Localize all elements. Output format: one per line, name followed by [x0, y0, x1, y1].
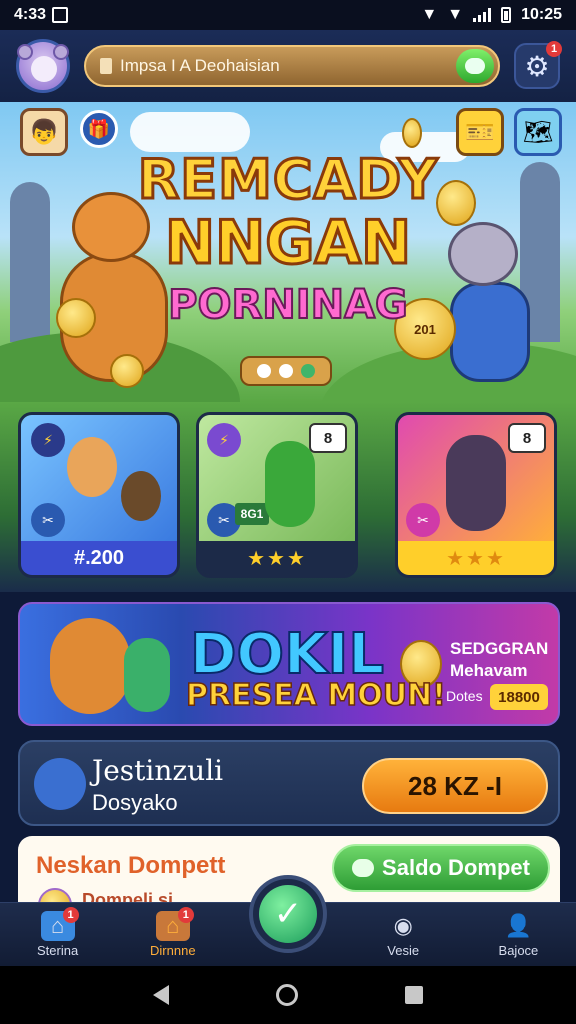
recents-icon[interactable]: [404, 986, 423, 1004]
wallet-balance-button[interactable]: Saldo Dompet: [332, 844, 550, 892]
game-card-1[interactable]: ⚡ ✂ #.200: [18, 412, 180, 578]
status-right: ▼ ▼ 10:25: [421, 6, 562, 24]
game-card-3[interactable]: 8 ✂ ★★★: [395, 412, 557, 578]
search-bar[interactable]: [84, 45, 500, 87]
status-time-left: 4:33: [14, 6, 47, 23]
settings-badge: 1: [546, 41, 562, 57]
card-tag: 8G1: [235, 503, 269, 525]
home-icon: ⌂ 1: [40, 907, 79, 941]
carousel-dot[interactable]: [257, 364, 271, 378]
wallet-title: Neskan Dompett: [36, 852, 226, 879]
game-card-2[interactable]: ⚡ 8 ✂ 8G1 ★★★: [196, 412, 358, 578]
hero-character: [446, 435, 506, 531]
card-art: ⚡ ✂: [21, 415, 177, 541]
play-fab-button[interactable]: ✓: [249, 875, 327, 953]
game-cards: ⚡ ✂ #.200 ⚡ 8 ✂ 8G1 ★★★ 8 ✂ ★★★: [0, 402, 576, 592]
house-icon: ⌂ 1: [155, 907, 194, 941]
banner-bear: [50, 618, 130, 714]
nav-label: Vesie: [387, 943, 420, 958]
back-icon[interactable]: [153, 985, 170, 1005]
pup-character: [121, 471, 161, 521]
avatar-face: [31, 56, 57, 82]
hero-title-line2: NNGAN: [163, 207, 412, 280]
avatar-ear-left: [17, 44, 33, 60]
chat-icon: [465, 58, 485, 74]
wallet-button-label: Saldo Dompet: [382, 855, 530, 880]
nav-label: Sterina: [37, 943, 79, 958]
nav-badge: 1: [62, 907, 79, 923]
daily-subtitle: Dosyako: [92, 790, 178, 815]
gift-icon[interactable]: 🎁: [80, 110, 118, 148]
card-footer: #.200: [21, 541, 177, 575]
level-badge: 8: [309, 423, 347, 453]
card-footer-stars: ★★★: [199, 541, 355, 575]
system-nav-bar: [0, 966, 576, 1024]
top-bar: ⚙ 1: [0, 30, 576, 102]
gear-icon: ⚙: [524, 50, 550, 82]
nav-center: ✓: [230, 875, 345, 966]
banner-side-title: SEDGGRAN Mehavam: [450, 638, 548, 682]
card-footer-stars: ★★★: [398, 541, 554, 575]
event-banner[interactable]: DOKIL PRESEA MOUN! SEDGGRAN Mehavam Dote…: [18, 602, 560, 726]
status-left: 4:33: [14, 6, 69, 24]
nav-label: Dirnnne: [150, 943, 196, 958]
bottom-nav: ⌂ 1 Sterina ⌂ 1 Dirnnne ✓ ◉ Vesie 👤 Bajo…: [0, 875, 576, 966]
hero-title-line3: PORNINAG: [167, 281, 409, 329]
nav-item-home[interactable]: ⌂ 1 Sterina: [0, 903, 115, 966]
carousel-indicator[interactable]: [240, 356, 332, 386]
level-badge: 8: [508, 423, 546, 453]
wifi-icon: ▼: [421, 6, 438, 23]
banner-side-label: Dotes: [446, 688, 483, 704]
home-circle-icon[interactable]: [275, 984, 298, 1006]
banner-side-line2: Mehavam: [450, 661, 528, 680]
status-bar: 4:33 ▼ ▼ 10:25: [0, 0, 576, 30]
carousel-dot[interactable]: [279, 364, 293, 378]
hero-title-line1: REMCADY: [136, 147, 439, 213]
tag-icon: [100, 58, 112, 74]
avatar-ear-right: [53, 44, 69, 60]
avatar[interactable]: [16, 39, 70, 93]
banner-kid: [124, 638, 170, 712]
status-time-right: 10:25: [521, 6, 562, 23]
signal-icon: [473, 8, 492, 22]
chat-button[interactable]: [456, 49, 494, 83]
settings-button[interactable]: ⚙ 1: [514, 41, 562, 89]
gamepad-icon: ◉: [393, 913, 413, 938]
daily-panel: Jestinzuli Dosyako 28 KZ -I: [18, 740, 560, 826]
nav-item-house[interactable]: ⌂ 1 Dirnnne: [115, 903, 230, 966]
nav-label: Bajoce: [498, 943, 539, 958]
chat-bubble-icon: [352, 859, 375, 877]
lightning-icon: ⚡: [207, 423, 241, 457]
daily-button[interactable]: 28 KZ -I: [362, 758, 548, 814]
coin-icon: [110, 354, 144, 388]
coin-icon: [402, 118, 422, 148]
run-icon: ✂: [406, 503, 440, 537]
cloud: [130, 112, 250, 152]
daily-title: Jestinzuli: [92, 754, 224, 787]
green-hat-character: [265, 441, 315, 527]
notification-icon: [52, 7, 69, 23]
check-icon: ✓: [259, 885, 317, 943]
kid-character: [67, 437, 117, 497]
run-icon: ✂: [31, 503, 65, 537]
banner-side-line1: SEDGGRAN: [450, 639, 549, 658]
card-art: ⚡ 8 ✂ 8G1: [199, 415, 355, 541]
battery-icon: [501, 7, 512, 23]
hero-banner[interactable]: 👦 🎁 🎫 🗺 201 REMCADY NNGAN PORNINAG: [0, 102, 576, 402]
search-input[interactable]: [120, 56, 448, 76]
nav-badge: 1: [177, 907, 194, 923]
carousel-dot-active[interactable]: [301, 364, 315, 378]
banner-subtitle: PRESEA MOUN!: [185, 677, 446, 714]
lightning-icon: ⚡: [31, 423, 65, 457]
card-art: 8 ✂: [398, 415, 554, 541]
mascot-icon: [34, 758, 86, 810]
nav-item-profile[interactable]: 👤 Bajoce: [461, 903, 576, 966]
nav-item-view[interactable]: ◉ Vesie: [346, 903, 461, 966]
person-icon: 👤: [504, 913, 533, 938]
banner-side-value: 18800: [490, 684, 548, 710]
wifi-alt-icon: ▼: [447, 6, 464, 23]
